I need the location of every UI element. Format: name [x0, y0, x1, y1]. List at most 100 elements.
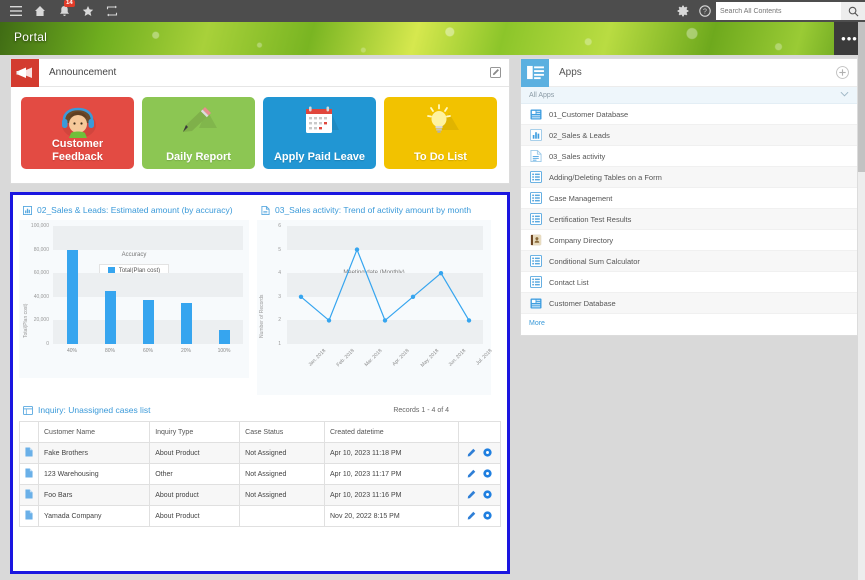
col-actions: [459, 422, 501, 443]
plus-icon[interactable]: [836, 66, 849, 79]
home-icon[interactable]: [29, 0, 51, 22]
tile-to-do-list[interactable]: To Do List: [384, 97, 497, 169]
tile-daily-report[interactable]: Daily Report: [142, 97, 255, 169]
bar-chart-widget: 02_Sales & Leads: Estimated amount (by a…: [19, 201, 249, 395]
chart-app-icon: [529, 129, 542, 142]
row-info-icon[interactable]: [483, 448, 492, 459]
table-widget-icon: [23, 406, 33, 415]
line-xtick: Apr. 2018: [391, 348, 410, 367]
gear-icon[interactable]: [672, 0, 694, 22]
bar-ytick: 40,000: [19, 294, 49, 300]
line-chart-plot-area: [287, 226, 483, 344]
app-list-item-label: Conditional Sum Calculator: [549, 257, 640, 266]
apps-filter-row[interactable]: All Apps: [521, 87, 857, 104]
line-ytick: 6: [251, 223, 281, 229]
row-document-icon[interactable]: [20, 443, 39, 464]
report-app-icon: [529, 150, 542, 163]
bar-ytick: 100,000: [19, 223, 49, 229]
row-document-icon[interactable]: [20, 464, 39, 485]
table-row[interactable]: Fake BrothersAbout ProductNot AssignedAp…: [20, 443, 501, 464]
bar-chart-plot: Total(Plan cost) 100,00080,00060,00040,0…: [19, 220, 249, 378]
cell-actions: [459, 485, 501, 506]
row-document-icon[interactable]: [20, 485, 39, 506]
apps-list: 01_Customer Database 02_Sales & Leads 03_S…: [521, 104, 857, 314]
table-row[interactable]: Foo BarsAbout productNot AssignedApr 10,…: [20, 485, 501, 506]
apps-more-link[interactable]: More: [521, 314, 857, 335]
line-chart-plot: Number of Records 654321 Jan. 2018Feb. 2…: [257, 220, 491, 395]
quick-action-tiles: CustomerFeedback Daily R: [11, 87, 509, 183]
line-ytick: 3: [251, 294, 281, 300]
row-edit-pencil-icon[interactable]: [467, 469, 476, 480]
chevron-down-icon[interactable]: [840, 91, 849, 99]
col-customer-name: Customer Name: [39, 422, 150, 443]
table-row[interactable]: Yamada CompanyAbout ProductNov 20, 2022 …: [20, 506, 501, 527]
app-list-item[interactable]: Certification Test Results: [521, 209, 857, 230]
tile-customer-feedback[interactable]: CustomerFeedback: [21, 97, 134, 169]
help-icon[interactable]: ?: [694, 0, 716, 22]
menu-icon[interactable]: [5, 0, 27, 22]
scrollbar-thumb[interactable]: [858, 22, 865, 172]
app-list-item[interactable]: Adding/Deleting Tables on a Form: [521, 167, 857, 188]
app-list-item[interactable]: Contact List: [521, 272, 857, 293]
records-count: Records 1 - 4 of 4: [393, 407, 499, 414]
cell-customer-name: Foo Bars: [39, 485, 150, 506]
table-header-row: Customer Name Inquiry Type Case Status C…: [20, 422, 501, 443]
left-column: Announcement: [10, 58, 510, 574]
bar-chart-header: 02_Sales & Leads: Estimated amount (by a…: [19, 201, 249, 220]
page-title: Portal: [14, 30, 47, 44]
cell-case-status: Not Assigned: [240, 485, 325, 506]
bar: [181, 303, 192, 344]
line-chart-title: 03_Sales activity: Trend of activity amo…: [275, 205, 471, 215]
cell-actions: [459, 464, 501, 485]
app-list-item[interactable]: Conditional Sum Calculator: [521, 251, 857, 272]
row-info-icon[interactable]: [483, 511, 492, 522]
row-edit-pencil-icon[interactable]: [467, 511, 476, 522]
bar: [219, 330, 230, 344]
app-list-item-label: Company Directory: [549, 236, 613, 245]
row-info-icon[interactable]: [483, 490, 492, 501]
tile-apply-paid-leave[interactable]: Apply Paid Leave: [263, 97, 376, 169]
table-row[interactable]: 123 WarehousingOtherNot AssignedApr 10, …: [20, 464, 501, 485]
app-list-item[interactable]: 02_Sales & Leads: [521, 125, 857, 146]
row-edit-pencil-icon[interactable]: [467, 490, 476, 501]
app-list-item-label: 02_Sales & Leads: [549, 131, 610, 140]
chart-widget-icon: [23, 206, 32, 215]
apps-header: Apps: [521, 59, 857, 87]
bell-icon[interactable]: 14: [53, 0, 75, 22]
line-ytick: 5: [251, 247, 281, 253]
row-edit-pencil-icon[interactable]: [467, 448, 476, 459]
cell-created-datetime: Apr 10, 2023 11:18 PM: [325, 443, 459, 464]
sync-icon[interactable]: [101, 0, 123, 22]
svg-text:?: ?: [703, 9, 707, 16]
search-input[interactable]: [716, 3, 816, 19]
portal-banner: Portal: [0, 22, 865, 55]
cell-customer-name: Yamada Company: [39, 506, 150, 527]
app-list-item[interactable]: Company Directory: [521, 230, 857, 251]
edit-icon[interactable]: [490, 67, 501, 78]
row-document-icon[interactable]: [20, 506, 39, 527]
page-scrollbar[interactable]: [858, 22, 865, 580]
row-info-icon[interactable]: [483, 469, 492, 480]
app-list-item[interactable]: Case Management: [521, 188, 857, 209]
search-icon[interactable]: [841, 2, 865, 20]
cell-customer-name: Fake Brothers: [39, 443, 150, 464]
charts-row: 02_Sales & Leads: Estimated amount (by a…: [19, 201, 501, 395]
cell-created-datetime: Apr 10, 2023 11:17 PM: [325, 464, 459, 485]
app-list-item[interactable]: 03_Sales activity: [521, 146, 857, 167]
apps-card: Apps All Apps 01_Customer Database 02_Sal…: [520, 58, 858, 336]
line-ytick: 2: [251, 317, 281, 323]
apps-filter-label: All Apps: [529, 92, 554, 99]
lightbulb-icon: [384, 102, 497, 142]
apps-list-icon: [521, 59, 549, 87]
cases-table-title: Inquiry: Unassigned cases list: [38, 405, 150, 415]
app-list-item[interactable]: 01_Customer Database: [521, 104, 857, 125]
topbar-icon-group: 14: [0, 0, 123, 22]
app-list-item[interactable]: Customer Database: [521, 293, 857, 314]
star-icon[interactable]: [77, 0, 99, 22]
search-container[interactable]: [716, 2, 841, 20]
list-app-icon: [529, 255, 542, 268]
app-list-item-label: 01_Customer Database: [549, 110, 628, 119]
bar: [105, 291, 116, 344]
col-doc: [20, 422, 39, 443]
megaphone-icon: [11, 59, 39, 87]
